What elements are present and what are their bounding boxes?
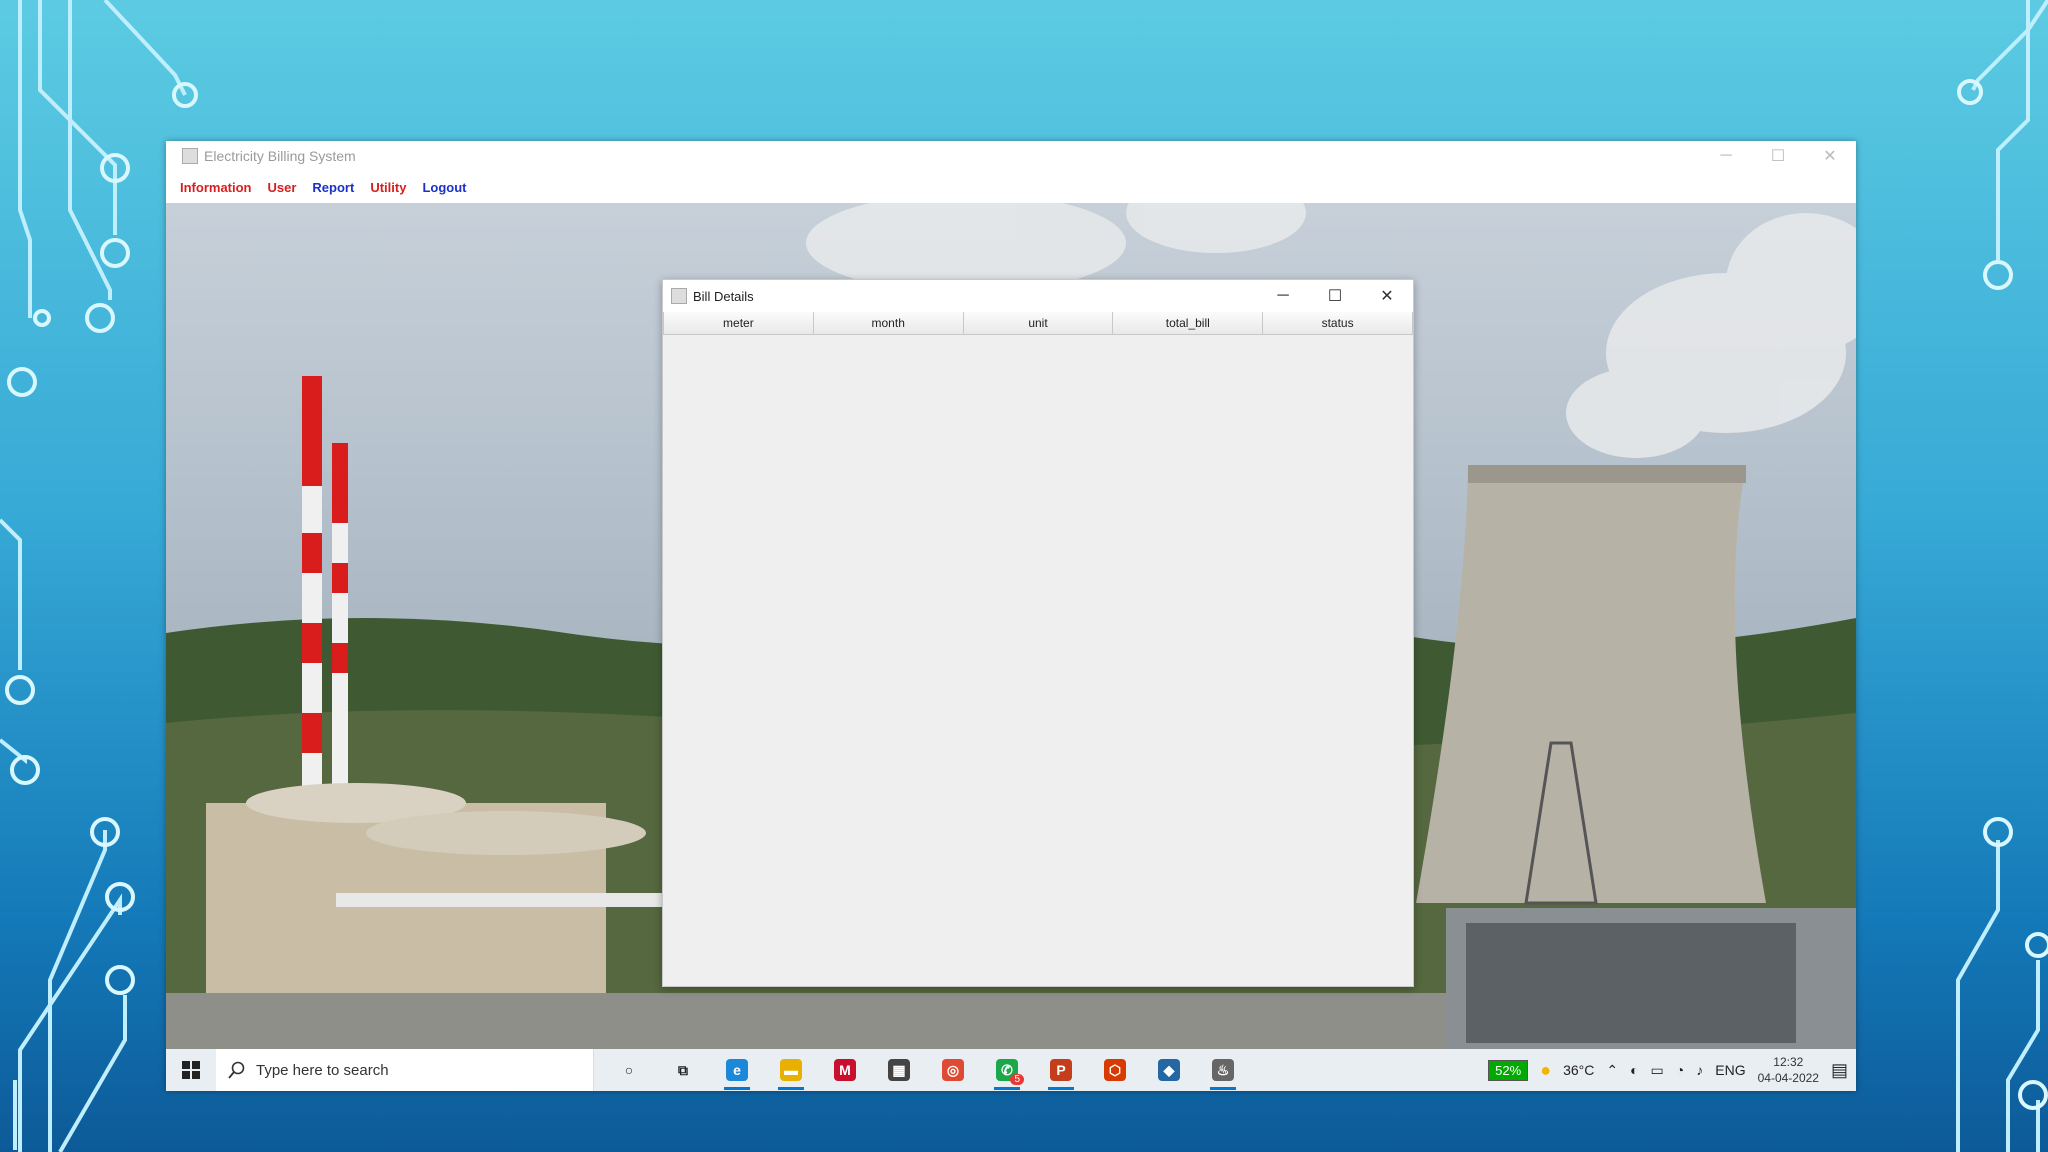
dialog-title: Bill Details [693, 288, 754, 304]
language-indicator[interactable]: ENG [1715, 1062, 1745, 1078]
taskbar: Type here to search ○ ⧉ e ▬ M ▦ ◎ ✆ 5 P ⬡ ◆ ♨ 52% ● … [166, 1049, 1856, 1091]
mcafee-icon: M [834, 1059, 856, 1081]
clock-time: 12:32 [1773, 1055, 1804, 1069]
java-app-icon [671, 288, 687, 304]
chrome-icon: ◎ [942, 1059, 964, 1081]
edge-taskbar-button[interactable]: e [710, 1049, 764, 1091]
java-icon: ♨ [1212, 1059, 1234, 1081]
task-view-taskbar-button[interactable]: ⧉ [656, 1049, 710, 1091]
file-explorer-taskbar-button[interactable]: ▬ [764, 1049, 818, 1091]
app-window: Electricity Billing System ─ ☐ ✕ Informa… [166, 141, 1856, 1091]
whatsapp-badge: 5 [1010, 1074, 1024, 1085]
column-header-total-bill[interactable]: total_bill [1112, 312, 1264, 335]
menu-user[interactable]: User [268, 180, 297, 195]
java-app-icon [182, 148, 198, 164]
chevron-up-icon[interactable]: ⌃ [1606, 1062, 1618, 1079]
column-header-month[interactable]: month [812, 312, 964, 335]
table-header-row: meter month unit total_bill status [663, 312, 1413, 335]
taskbar-search-box[interactable]: Type here to search [216, 1049, 594, 1091]
java-taskbar-button[interactable]: ♨ [1196, 1049, 1250, 1091]
cortana-taskbar-button[interactable]: ○ [602, 1049, 656, 1091]
windows-icon [182, 1061, 200, 1079]
calculator-taskbar-button[interactable]: ▦ [872, 1049, 926, 1091]
cortana-icon: ○ [624, 1062, 634, 1078]
menu-information[interactable]: Information [180, 180, 252, 195]
search-icon [228, 1061, 245, 1079]
dialog-maximize-button[interactable]: ☐ [1309, 280, 1361, 312]
search-placeholder: Type here to search [256, 1061, 389, 1079]
app-titlebar: Electricity Billing System ─ ☐ ✕ [166, 141, 1856, 171]
dialog-minimize-button[interactable]: ─ [1257, 280, 1309, 312]
column-header-meter[interactable]: meter [663, 312, 814, 335]
column-header-unit[interactable]: unit [962, 312, 1114, 335]
menu-logout[interactable]: Logout [422, 180, 466, 195]
dialog-close-button[interactable]: ✕ [1361, 280, 1413, 312]
netbeans-icon: ◆ [1158, 1059, 1180, 1081]
edge-icon: e [726, 1059, 748, 1081]
file-explorer-icon: ▬ [780, 1059, 802, 1081]
start-button[interactable] [166, 1049, 216, 1091]
mcafee-taskbar-button[interactable]: M [818, 1049, 872, 1091]
clock-date: 04-04-2022 [1757, 1071, 1819, 1085]
task-view-icon: ⧉ [678, 1061, 688, 1078]
netbeans-taskbar-button[interactable]: ◆ [1142, 1049, 1196, 1091]
notification-icon[interactable]: ▤ [1831, 1060, 1848, 1081]
network-icon[interactable]: ◐ [1630, 1062, 1638, 1078]
close-button[interactable]: ✕ [1804, 141, 1856, 171]
whatsapp-taskbar-button[interactable]: ✆ 5 [980, 1049, 1034, 1091]
volume-icon[interactable]: ♪ [1696, 1062, 1703, 1078]
battery-indicator[interactable]: 52% [1488, 1059, 1529, 1081]
circuit-decoration-right [1956, 0, 2048, 1152]
battery-icon[interactable]: ▭ [1651, 1062, 1664, 1079]
menubar: Information User Report Utility Logout [166, 171, 1856, 203]
column-header-status[interactable]: status [1262, 312, 1413, 335]
app-title: Electricity Billing System [204, 148, 356, 164]
clock[interactable]: 12:32 04-04-2022 [1758, 1054, 1819, 1086]
menu-report[interactable]: Report [312, 180, 354, 195]
office-icon: ⬡ [1104, 1059, 1126, 1081]
temperature-label[interactable]: 36°C [1563, 1062, 1594, 1078]
maximize-button[interactable]: ☐ [1752, 141, 1804, 171]
chrome-taskbar-button[interactable]: ◎ [926, 1049, 980, 1091]
powerpoint-taskbar-button[interactable]: P [1034, 1049, 1088, 1091]
office-taskbar-button[interactable]: ⬡ [1088, 1049, 1142, 1091]
minimize-button[interactable]: ─ [1700, 141, 1752, 171]
calculator-icon: ▦ [888, 1059, 910, 1081]
wifi-icon[interactable]: ◔ [1676, 1062, 1684, 1078]
bill-table: meter month unit total_bill status [663, 312, 1413, 335]
dialog-titlebar: Bill Details ─ ☐ ✕ [663, 280, 1413, 312]
taskbar-pinned-apps: ○ ⧉ e ▬ M ▦ ◎ ✆ 5 P ⬡ ◆ ♨ [602, 1049, 1250, 1091]
weather-sun-icon[interactable]: ● [1540, 1060, 1551, 1081]
menu-utility[interactable]: Utility [370, 180, 406, 195]
bill-details-dialog: Bill Details ─ ☐ ✕ meter month unit tota… [662, 279, 1414, 987]
system-tray: 52% ● 36°C ⌃ ◐ ▭ ◔ ♪ ENG 12:32 04-04-202… [1488, 1049, 1856, 1091]
powerpoint-icon: P [1050, 1059, 1072, 1081]
